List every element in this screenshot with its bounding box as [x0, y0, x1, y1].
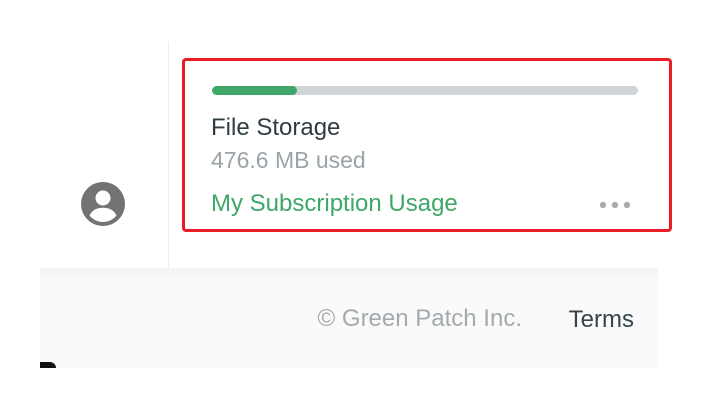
storage-progress-bar — [212, 86, 638, 95]
storage-title: File Storage — [211, 114, 341, 141]
more-horizontal-icon — [599, 201, 631, 209]
file-storage-card: File Storage 476.6 MB used My Subscripti… — [182, 58, 672, 232]
storage-progress-fill — [212, 86, 298, 95]
app-scene: File Storage 476.6 MB used My Subscripti… — [0, 0, 714, 408]
sidebar-divider — [168, 42, 169, 268]
copyright-text: © Green Patch Inc. — [317, 305, 522, 332]
storage-used-amount: 476.6 MB used — [211, 147, 366, 173]
user-avatar-button[interactable] — [80, 181, 126, 227]
window-corner — [40, 362, 56, 368]
account-circle-icon — [81, 182, 125, 226]
more-options-button[interactable] — [597, 195, 633, 215]
page-footer: © Green Patch Inc. Terms — [40, 268, 658, 368]
terms-link[interactable]: Terms — [569, 305, 634, 335]
subscription-usage-link[interactable]: My Subscription Usage — [211, 189, 458, 219]
